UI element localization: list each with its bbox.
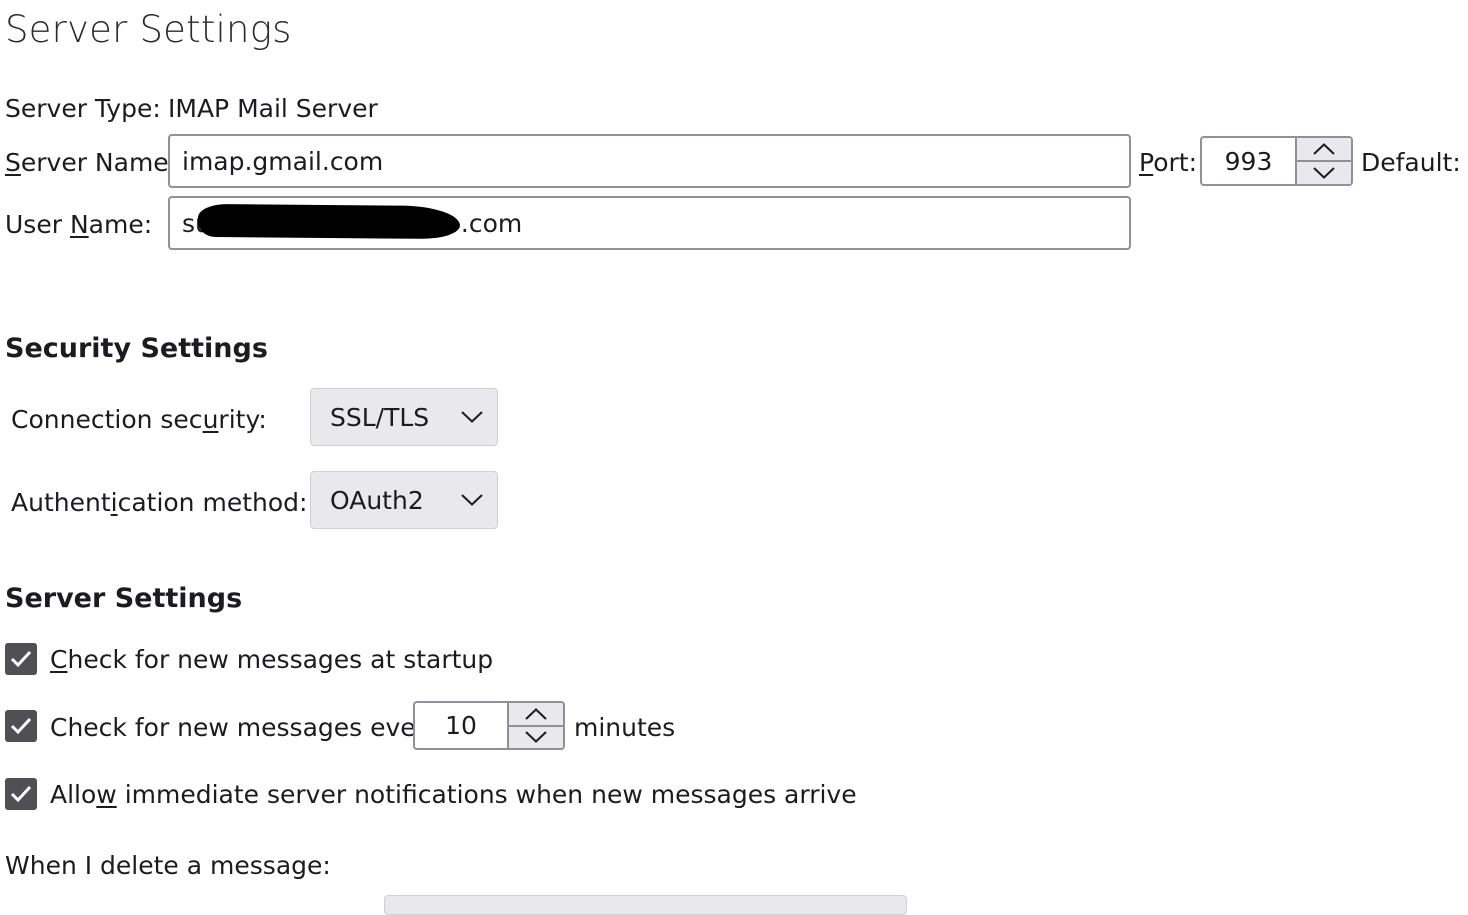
check-startup-label[interactable]: Check for new messages at startup	[50, 647, 493, 672]
port-label: Port:	[1139, 150, 1197, 175]
check-icon	[10, 650, 32, 668]
check-icon	[10, 785, 32, 803]
authentication-method-label-mnemonic: i	[110, 488, 118, 517]
check-every-label[interactable]: Check for new messages every	[50, 715, 441, 740]
user-name-label: User Name:	[5, 212, 152, 237]
connection-security-value: SSL/TLS	[330, 402, 430, 432]
check-every-label-pre: Check for new messages ever	[50, 713, 426, 742]
check-every-minutes-stepper[interactable]: 10	[413, 701, 565, 750]
server-type-value: IMAP Mail Server	[168, 94, 378, 123]
chevron-down-icon	[461, 411, 483, 423]
check-every-checkbox[interactable]	[5, 710, 37, 742]
user-name-label-mnemonic: N	[69, 210, 89, 239]
page-title: Server Settings	[5, 8, 292, 51]
check-startup-label-rest: heck for new messages at startup	[67, 645, 494, 674]
user-name-label-post: ame:	[88, 210, 153, 239]
authentication-method-value: OAuth2	[330, 485, 424, 515]
minutes-increment-button[interactable]	[509, 703, 563, 725]
user-name-value-end: .com	[460, 208, 523, 238]
port-label-rest: ort:	[1153, 148, 1197, 177]
chevron-down-icon	[1313, 167, 1335, 179]
connection-security-label: Connection security:	[11, 407, 267, 432]
allow-notifications-label-pre: Allo	[50, 780, 97, 809]
minutes-unit-label: minutes	[574, 713, 676, 742]
allow-notifications-label[interactable]: Allow immediate server notifications whe…	[50, 782, 857, 807]
server-name-input[interactable]: imap.gmail.com	[168, 134, 1131, 188]
server-type-label: Server Type:	[5, 94, 161, 123]
user-name-label-pre: User	[5, 210, 70, 239]
connection-security-label-mnemonic: u	[202, 405, 219, 434]
port-default-label: Default: 9	[1361, 148, 1468, 177]
port-decrement-button[interactable]	[1297, 160, 1351, 184]
connection-security-label-pre: Connection sec	[11, 405, 203, 434]
delete-action-select[interactable]	[384, 895, 907, 915]
authentication-method-label: Authentication method:	[11, 490, 307, 515]
authentication-method-label-pre: Authent	[11, 488, 111, 517]
port-stepper[interactable]: 993	[1200, 136, 1353, 186]
allow-notifications-label-post: immediate server notifications when new …	[116, 780, 857, 809]
check-startup-checkbox[interactable]	[5, 643, 37, 675]
redaction-mark	[197, 203, 461, 240]
check-icon	[10, 717, 32, 735]
port-label-mnemonic: P	[1139, 148, 1154, 177]
server-name-label-rest: erver Name:	[20, 148, 178, 177]
port-increment-button[interactable]	[1297, 138, 1351, 160]
chevron-down-icon	[461, 494, 483, 506]
server-name-label-mnemonic: S	[5, 148, 21, 177]
chevron-up-icon	[1313, 143, 1335, 155]
connection-security-label-post: rity:	[218, 405, 267, 434]
authentication-method-label-post: cation method:	[117, 488, 308, 517]
port-value: 993	[1224, 146, 1273, 176]
chevron-down-icon	[525, 731, 547, 744]
server-name-value: imap.gmail.com	[182, 146, 384, 176]
authentication-method-select[interactable]: OAuth2	[310, 471, 498, 529]
check-startup-label-mnemonic: C	[50, 645, 68, 674]
connection-security-select[interactable]: SSL/TLS	[310, 388, 498, 446]
check-every-minutes-value: 10	[445, 711, 477, 740]
chevron-up-icon	[525, 707, 547, 720]
allow-notifications-label-mnemonic: w	[96, 780, 117, 809]
minutes-decrement-button[interactable]	[509, 724, 563, 748]
delete-message-label: When I delete a message:	[5, 851, 331, 880]
server-settings-heading: Server Settings	[5, 583, 243, 614]
security-settings-heading: Security Settings	[5, 333, 268, 364]
server-name-label: Server Name:	[5, 150, 177, 175]
allow-notifications-checkbox[interactable]	[5, 778, 37, 810]
